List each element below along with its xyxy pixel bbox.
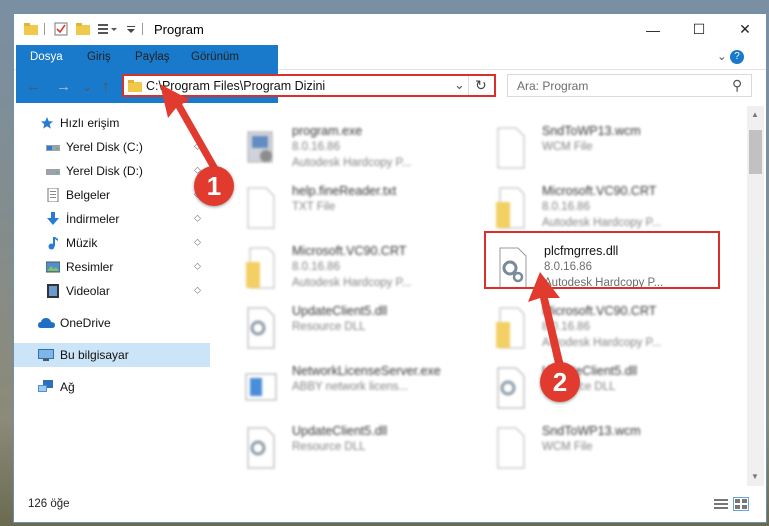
step-2-callout: 2 (540, 362, 580, 402)
arrow-1 (160, 84, 222, 178)
annotation-arrows (160, 84, 564, 368)
arrow-2 (528, 272, 564, 368)
step-1-callout: 1 (194, 166, 234, 206)
